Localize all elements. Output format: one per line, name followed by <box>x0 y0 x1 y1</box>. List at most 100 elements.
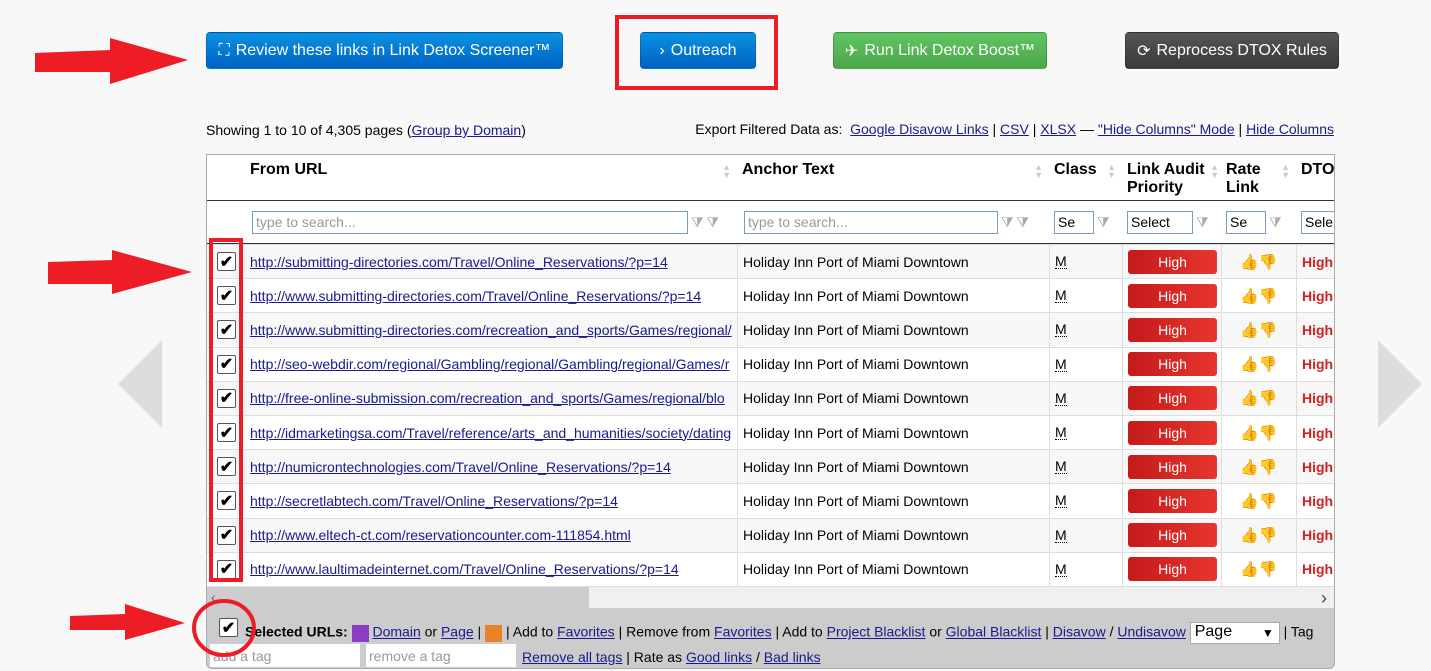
filter-clear-icon[interactable]: ⧩ <box>707 214 720 231</box>
next-page-arrow[interactable] <box>1378 340 1422 428</box>
col-rate[interactable]: Rate Link ▲ ▼ <box>1221 155 1296 200</box>
from-url-link[interactable]: http://www.submitting-directories.com/re… <box>250 322 732 338</box>
class-value[interactable]: M <box>1055 391 1067 406</box>
priority-badge[interactable]: High <box>1128 317 1217 342</box>
add-tag-input[interactable]: add a tag <box>210 644 360 667</box>
thumbs-down-icon[interactable]: 👎 <box>1259 389 1278 407</box>
class-select[interactable]: Se <box>1054 210 1094 234</box>
select-all-checkbox[interactable]: ✔ <box>219 618 238 637</box>
thumbs-down-icon[interactable]: 👎 <box>1259 458 1278 476</box>
thumbs-up-icon[interactable]: 👍 <box>1240 424 1259 442</box>
filter-clear-icon[interactable]: ⧩ <box>1196 214 1209 231</box>
thumbs-down-icon[interactable]: 👎 <box>1259 287 1278 305</box>
priority-badge[interactable]: High <box>1128 283 1217 308</box>
bad-links-link[interactable]: Bad links <box>764 649 821 665</box>
priority-badge[interactable]: High <box>1128 523 1217 548</box>
col-from-url[interactable]: From URL ▲ ▼ <box>245 155 737 200</box>
scroll-left-icon[interactable]: ‹ <box>211 589 216 605</box>
from-url-link[interactable]: http://www.submitting-directories.com/Tr… <box>250 288 701 304</box>
class-value[interactable]: M <box>1055 528 1067 543</box>
priority-badge[interactable]: High <box>1128 454 1217 479</box>
global-blacklist-link[interactable]: Global Blacklist <box>946 624 1042 640</box>
thumbs-up-icon[interactable]: 👍 <box>1240 389 1259 407</box>
outreach-button[interactable]: › Outreach <box>640 32 756 69</box>
class-value[interactable]: M <box>1055 254 1067 269</box>
row-checkbox[interactable]: ✔ <box>217 320 236 340</box>
filter-clear-icon[interactable]: ⧩ <box>1269 214 1282 231</box>
class-value[interactable]: M <box>1055 322 1067 338</box>
thumbs-up-icon[interactable]: 👍 <box>1240 492 1259 510</box>
review-screener-button[interactable]: ⛶ Review these links in Link Detox Screen… <box>206 32 563 69</box>
row-checkbox[interactable]: ✔ <box>217 525 236 545</box>
row-checkbox[interactable]: ✔ <box>217 559 236 579</box>
class-value[interactable]: M <box>1055 493 1067 509</box>
row-checkbox[interactable]: ✔ <box>217 388 236 408</box>
from-url-link[interactable]: http://secretlabtech.com/Travel/Online_R… <box>250 493 618 509</box>
good-links-link[interactable]: Good links <box>686 649 752 665</box>
from-url-link[interactable]: http://submitting-directories.com/Travel… <box>250 254 668 270</box>
priority-badge[interactable]: High <box>1128 249 1217 274</box>
row-checkbox[interactable]: ✔ <box>217 286 236 306</box>
filter-add-icon[interactable]: ⧩ <box>691 214 704 231</box>
dtox-select[interactable]: Sele <box>1301 210 1334 234</box>
scrollbar-thumb[interactable] <box>207 587 589 608</box>
col-class[interactable]: Class ▲ ▼ <box>1049 155 1122 200</box>
anchor-search-input[interactable]: type to search... <box>744 210 998 234</box>
thumbs-up-icon[interactable]: 👍 <box>1240 355 1259 373</box>
priority-badge[interactable]: High <box>1128 352 1217 377</box>
from-url-link[interactable]: http://seo-webdir.com/regional/Gambling/… <box>250 356 729 372</box>
priority-badge[interactable]: High <box>1128 488 1217 513</box>
thumbs-down-icon[interactable]: 👎 <box>1259 321 1278 339</box>
remove-favorites-link[interactable]: Favorites <box>714 624 772 640</box>
thumbs-up-icon[interactable]: 👍 <box>1240 287 1259 305</box>
row-checkbox[interactable]: ✔ <box>217 457 236 477</box>
thumbs-up-icon[interactable]: 👍 <box>1240 526 1259 544</box>
disavow-link[interactable]: Disavow <box>1053 624 1106 640</box>
row-checkbox[interactable]: ✔ <box>217 252 236 271</box>
ok-icon[interactable] <box>351 624 369 642</box>
class-value[interactable]: M <box>1055 425 1067 440</box>
from-url-link[interactable]: http://www.laultimadeinternet.com/Travel… <box>250 561 679 577</box>
from-url-link[interactable]: http://free-online-submission.com/recrea… <box>250 390 725 406</box>
thumbs-down-icon[interactable]: 👎 <box>1259 492 1278 510</box>
run-boost-button[interactable]: ✈ Run Link Detox Boost™ <box>833 32 1047 69</box>
export-xlsx[interactable]: XLSX <box>1040 121 1076 137</box>
from-url-link[interactable]: http://idmarketingsa.com/Travel/referenc… <box>250 425 731 441</box>
from-url-search-input[interactable]: type to search... <box>252 210 688 234</box>
from-url-link[interactable]: http://numicrontechnologies.com/Travel/O… <box>250 459 671 475</box>
hide-columns-link[interactable]: Hide Columns <box>1246 121 1334 137</box>
rate-select[interactable]: Se <box>1226 210 1266 234</box>
filter-add-icon[interactable]: ⧩ <box>1001 214 1014 231</box>
thumbs-up-icon[interactable]: 👍 <box>1240 253 1259 271</box>
thumbs-down-icon[interactable]: 👎 <box>1259 424 1278 442</box>
class-value[interactable]: M <box>1055 288 1067 304</box>
thumbs-down-icon[interactable]: 👎 <box>1259 526 1278 544</box>
priority-badge[interactable]: High <box>1128 386 1217 411</box>
hide-columns-mode-link[interactable]: "Hide Columns" Mode <box>1098 121 1235 137</box>
priority-badge[interactable]: High <box>1128 420 1217 445</box>
col-priority[interactable]: Link Audit Priority ▲ ▼ <box>1122 155 1221 200</box>
remove-all-tags-link[interactable]: Remove all tags <box>522 649 622 665</box>
remove-tag-input[interactable]: remove a tag <box>366 644 516 667</box>
thumbs-down-icon[interactable]: 👎 <box>1259 253 1278 271</box>
from-url-link[interactable]: http://www.eltech-ct.com/reservationcoun… <box>250 527 631 543</box>
export-google-disavow[interactable]: Google Disavow Links <box>850 121 989 137</box>
col-anchor-text[interactable]: Anchor Text ▲ ▼ <box>737 155 1049 200</box>
class-value[interactable]: M <box>1055 357 1067 372</box>
export-csv[interactable]: CSV <box>1000 121 1029 137</box>
class-value[interactable]: M <box>1055 459 1067 475</box>
domain-link[interactable]: Domain <box>372 624 420 640</box>
class-value[interactable]: M <box>1055 562 1067 577</box>
thumbs-down-icon[interactable]: 👎 <box>1259 560 1278 578</box>
horizontal-scrollbar[interactable]: ‹ › <box>207 586 1334 608</box>
col-dtox[interactable]: DTO <box>1296 155 1334 200</box>
row-checkbox[interactable]: ✔ <box>217 423 236 442</box>
prev-page-arrow[interactable] <box>118 340 162 428</box>
page-link[interactable]: Page <box>441 624 474 640</box>
priority-badge[interactable]: High <box>1128 557 1217 582</box>
juice-icon[interactable] <box>485 624 503 642</box>
add-favorites-link[interactable]: Favorites <box>557 624 615 640</box>
thumbs-up-icon[interactable]: 👍 <box>1240 458 1259 476</box>
reprocess-button[interactable]: ⟳ Reprocess DTOX Rules <box>1125 32 1339 69</box>
filter-clear-icon[interactable]: ⧩ <box>1097 214 1110 231</box>
